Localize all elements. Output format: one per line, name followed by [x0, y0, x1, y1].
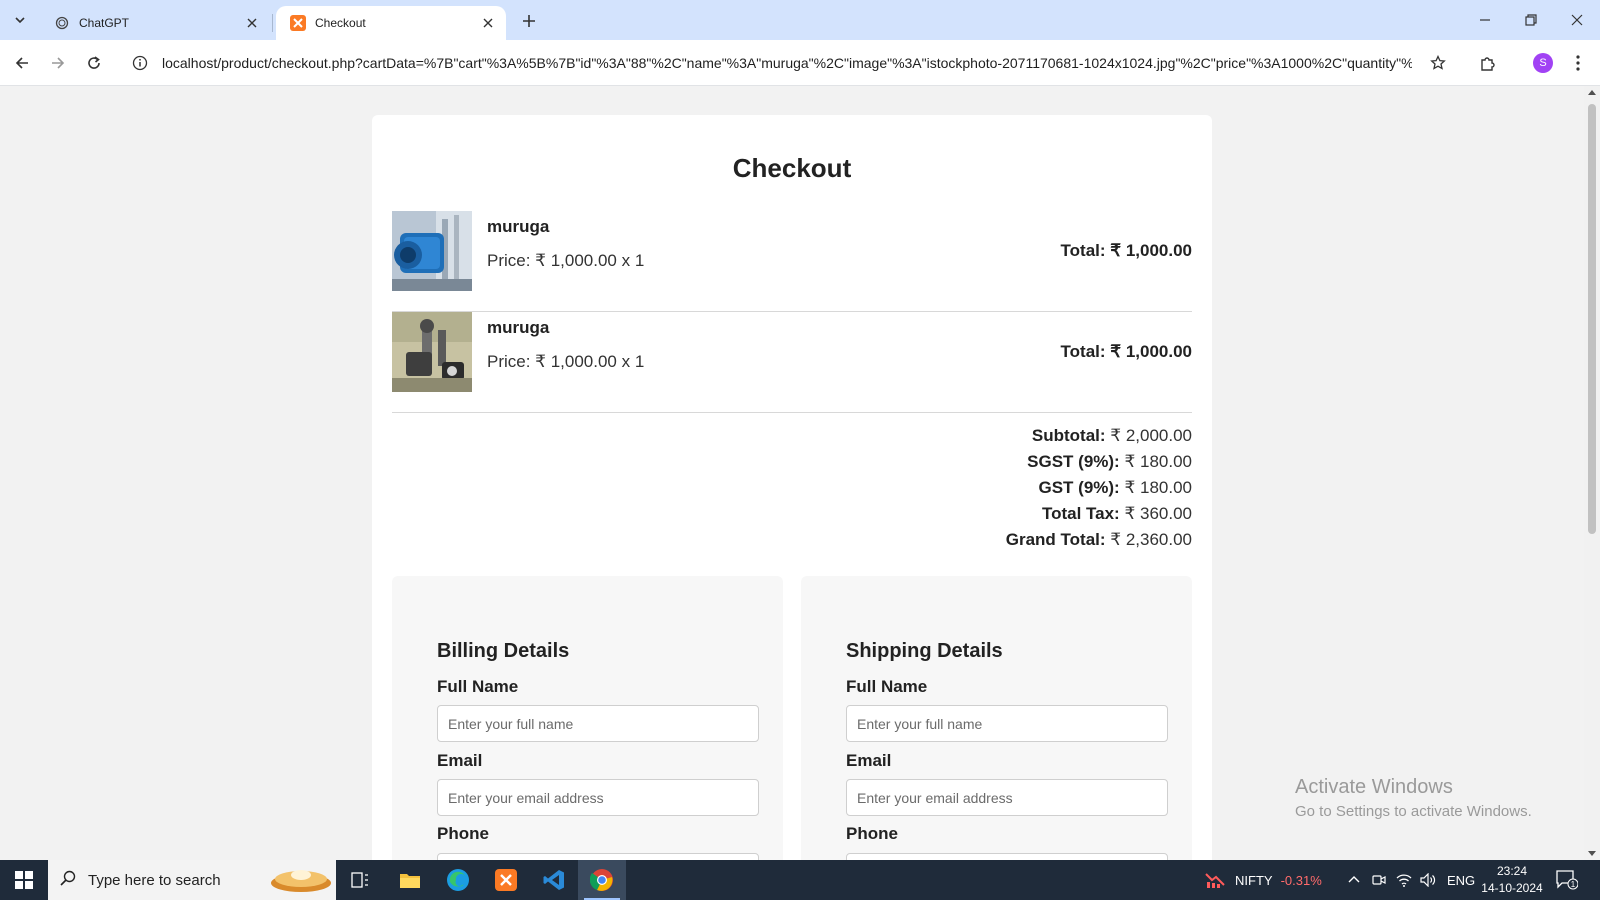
order-summary: Subtotal: ₹ 2,000.00 SGST (9%): ₹ 180.00… [1006, 423, 1192, 553]
item-name: muruga [487, 217, 550, 236]
forward-arrow-icon[interactable] [44, 49, 72, 77]
scrollbar-thumb[interactable] [1588, 104, 1596, 534]
page-scrollbar[interactable] [1584, 86, 1600, 860]
billing-full-name-input[interactable] [437, 705, 759, 742]
summary-row-gst: GST (9%): ₹ 180.00 [1038, 478, 1192, 497]
reload-icon[interactable] [80, 49, 108, 77]
meet-now-icon[interactable] [1372, 860, 1386, 900]
task-view-icon[interactable] [336, 860, 384, 900]
notification-center-icon[interactable]: 1 [1556, 860, 1578, 900]
scroll-up-arrow-icon[interactable] [1588, 90, 1596, 95]
restore-window-icon[interactable] [1508, 0, 1554, 40]
close-tab-icon[interactable] [244, 15, 260, 31]
clock-time: 23:24 [1496, 864, 1528, 878]
chrome-icon[interactable] [578, 860, 626, 900]
billing-heading: Billing Details [437, 640, 570, 662]
vscode-icon[interactable] [530, 860, 578, 900]
browser-menu-dots-icon[interactable] [1564, 49, 1592, 77]
search-icon [60, 870, 76, 890]
svg-text:1: 1 [1571, 880, 1576, 889]
tab-search-chevron-icon[interactable] [8, 8, 32, 32]
volume-speaker-icon[interactable] [1420, 860, 1436, 900]
minimize-window-icon[interactable] [1462, 0, 1508, 40]
language-indicator[interactable]: ENG [1447, 860, 1475, 900]
tab-separator [272, 14, 273, 32]
ticker-change: -0.31% [1280, 872, 1322, 888]
network-wifi-icon[interactable] [1396, 860, 1412, 900]
product-image-pump [392, 312, 472, 392]
shipping-email-input[interactable] [846, 779, 1168, 816]
shipping-heading: Shipping Details [846, 640, 1003, 662]
billing-email-label: Email [437, 751, 483, 770]
windows-taskbar: Type here to search NIFTY -0.31% ENG 23:… [0, 860, 1600, 900]
extensions-puzzle-icon[interactable] [1474, 49, 1502, 77]
tab-title: ChatGPT [79, 16, 130, 30]
cart-item: muruga Price: ₹ 1,000.00 x 1 Total: ₹ 1,… [392, 211, 1192, 312]
cart-item: muruga Price: ₹ 1,000.00 x 1 Total: ₹ 1,… [392, 312, 1192, 413]
summary-row-grand-total: Grand Total: ₹ 2,360.00 [1005, 530, 1192, 549]
address-bar[interactable]: localhost/product/checkout.php?cartData=… [120, 45, 1460, 81]
edge-browser-icon[interactable] [434, 860, 482, 900]
item-price: Price: ₹ 1,000.00 x 1 [487, 352, 645, 371]
item-total: Total: ₹ 1,000.00 [1060, 241, 1192, 260]
billing-phone-input[interactable] [437, 853, 759, 860]
page-title: Checkout [732, 153, 852, 183]
ticker-name: NIFTY [1235, 872, 1273, 888]
search-placeholder: Type here to search [88, 871, 221, 889]
scroll-down-arrow-icon[interactable] [1588, 851, 1596, 856]
tab-chatgpt[interactable]: ChatGPT [40, 6, 270, 40]
billing-details-panel: Billing Details Full Name Email Phone [392, 576, 783, 860]
stock-ticker-widget[interactable]: NIFTY -0.31% [1205, 860, 1322, 900]
taskbar-clock[interactable]: 23:24 14-10-2024 [1476, 863, 1548, 897]
clock-date: 14-10-2024 [1481, 881, 1543, 895]
url-text[interactable]: localhost/product/checkout.php?cartData=… [162, 55, 1412, 71]
show-hidden-icons-chevron-icon[interactable] [1348, 860, 1360, 900]
shipping-phone-input[interactable] [846, 853, 1168, 860]
shipping-full-name-input[interactable] [846, 705, 1168, 742]
item-total: Total: ₹ 1,000.00 [1060, 342, 1192, 361]
tab-title: Checkout [315, 16, 366, 30]
xampp-logo-icon [290, 15, 306, 31]
summary-row-sgst: SGST (9%): ₹ 180.00 [1027, 452, 1192, 471]
shipping-details-panel: Shipping Details Full Name Email Phone [801, 576, 1192, 860]
close-tab-icon[interactable] [480, 15, 496, 31]
windows-start-icon[interactable] [0, 860, 48, 900]
chatgpt-logo-icon [54, 15, 70, 31]
stock-chart-icon [1205, 870, 1227, 891]
billing-email-input[interactable] [437, 779, 759, 816]
search-highlight-pie-icon [266, 861, 336, 899]
product-image-motor [392, 211, 472, 291]
taskbar-search-box[interactable]: Type here to search [48, 860, 336, 900]
profile-avatar[interactable]: S [1533, 53, 1553, 73]
shipping-phone-label: Phone [846, 824, 898, 843]
item-price: Price: ₹ 1,000.00 x 1 [487, 251, 645, 270]
billing-full-name-label: Full Name [437, 677, 519, 696]
browser-tab-strip: ChatGPT Checkout [0, 0, 1600, 40]
new-tab-plus-icon[interactable] [516, 8, 542, 34]
shipping-full-name-label: Full Name [846, 677, 928, 696]
shipping-email-label: Email [846, 751, 892, 770]
close-window-icon[interactable] [1554, 0, 1600, 40]
billing-phone-label: Phone [437, 824, 489, 843]
site-info-icon[interactable] [130, 53, 150, 73]
page-viewport: Checkout muruga Price: ₹ 1,000.00 x 1 To… [0, 86, 1584, 860]
tab-checkout[interactable]: Checkout [276, 6, 506, 40]
summary-row-subtotal: Subtotal: ₹ 2,000.00 [1031, 426, 1192, 445]
file-explorer-icon[interactable] [386, 860, 434, 900]
back-arrow-icon[interactable] [8, 49, 36, 77]
checkout-card: Checkout muruga Price: ₹ 1,000.00 x 1 To… [372, 115, 1212, 860]
bookmark-star-icon[interactable] [1426, 51, 1450, 75]
activate-windows-watermark: Activate Windows Go to Settings to activ… [1295, 776, 1532, 820]
item-name: muruga [487, 318, 550, 337]
browser-toolbar: localhost/product/checkout.php?cartData=… [0, 40, 1600, 86]
xampp-taskbar-icon[interactable] [482, 860, 530, 900]
summary-row-total-tax: Total Tax: ₹ 360.00 [1041, 504, 1192, 523]
